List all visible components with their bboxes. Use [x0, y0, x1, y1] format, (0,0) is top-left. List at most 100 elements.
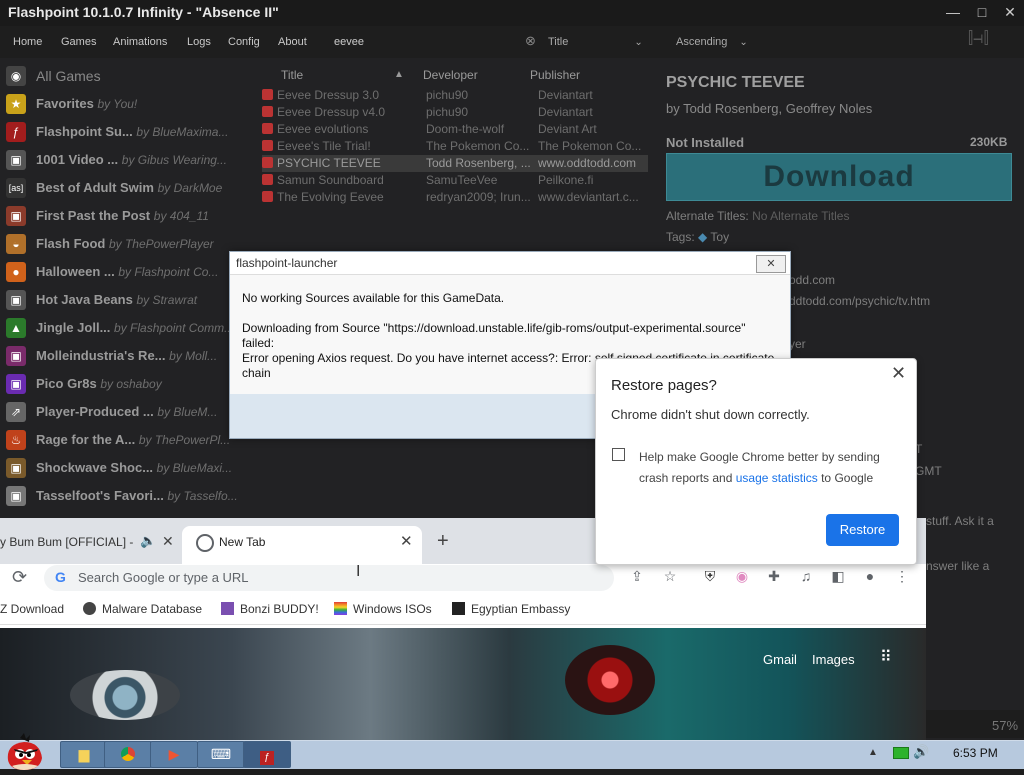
sidebar-item[interactable]: ▣ Pico Gr8s by oshaboy	[6, 372, 256, 400]
sidebar-item[interactable]: ▣ First Past the Post by 404_11	[6, 204, 256, 232]
sidebar-item-author: by BlueMaxi...	[156, 461, 233, 475]
download-button[interactable]: Download	[666, 153, 1012, 201]
menu-games[interactable]: Games	[61, 36, 96, 48]
search-input[interactable]: eevee	[334, 36, 364, 48]
burger-icon: ◒	[6, 234, 26, 254]
sort-order-select[interactable]: Ascending ⌄	[676, 36, 748, 48]
clock[interactable]: 6:53 PM	[953, 746, 998, 760]
game-row[interactable]: The Evolving Eevee redryan2009; Irun... ww…	[262, 189, 648, 206]
game-row[interactable]: Eevee evolutions Doom-the-wolf Deviant Art	[262, 121, 648, 138]
new-tab-button[interactable]: +	[437, 530, 449, 553]
volume-icon[interactable]: 🔊	[913, 744, 929, 760]
sidebar-item[interactable]: ● Halloween ... by Flashpoint Co...	[6, 260, 256, 288]
sidebar-item[interactable]: ▲ Jingle Joll... by Flashpoint Comm...	[6, 316, 256, 344]
share-icon[interactable]: ⇪	[627, 568, 647, 586]
tab-close-icon[interactable]: ✕	[162, 533, 174, 550]
menu-animations[interactable]: Animations	[113, 36, 167, 48]
apps-grid-icon[interactable]: ⠿	[880, 650, 898, 669]
window-title: Flashpoint 10.1.0.7 Infinity - "Absence …	[8, 4, 279, 20]
detail-fragment: nswer like a	[926, 559, 990, 573]
usage-statistics-link[interactable]: usage statistics	[736, 471, 818, 485]
show-hidden-icons[interactable]: ▲	[868, 747, 878, 758]
close-button[interactable]: ✕	[997, 2, 1023, 22]
profile-icon[interactable]: ●	[860, 568, 880, 586]
extensions-icon[interactable]: ✚	[764, 568, 784, 586]
audio-playing-icon[interactable]: 🔈	[140, 533, 156, 549]
menu-logs[interactable]: Logs	[187, 36, 211, 48]
sidebar-item[interactable]: ▣ 1001 Video ... by Gibus Wearing...	[6, 148, 256, 176]
game-row[interactable]: Eevee Dressup v4.0 pichu90 Deviantart	[262, 104, 648, 121]
game-row[interactable]: Eevee's Tile Trial! The Pokemon Co... The …	[262, 138, 648, 155]
battery-icon[interactable]	[893, 747, 909, 759]
sidebar-item[interactable]: ▣ Hot Java Beans by Strawrat	[6, 288, 256, 316]
menu-config[interactable]: Config	[228, 36, 260, 48]
tab-new-tab[interactable]	[182, 526, 422, 564]
column-header-developer[interactable]: Developer	[423, 68, 478, 82]
menu-about[interactable]: About	[278, 36, 307, 48]
view-toggle-icon[interactable]: ⫿⊣⫿	[968, 30, 989, 48]
address-bar-placeholder[interactable]: Search Google or type a URL	[78, 570, 249, 585]
sidebar-item[interactable]: ★ Favorites by You!	[6, 92, 256, 120]
game-row[interactable]: PSYCHIC TEEVEE Todd Rosenberg, ... www.odd…	[262, 155, 648, 172]
minimize-button[interactable]: —	[940, 2, 966, 22]
sidebar-item[interactable]: [as] Best of Adult Swim by DarkMoe	[6, 176, 256, 204]
sidebar-item[interactable]: ▣ Tasselfoot's Favori... by Tasselfo...	[6, 484, 256, 512]
game-row[interactable]: Samun Soundboard SamuTeeVee Peilkone.fi	[262, 172, 648, 189]
game-row[interactable]: Eevee Dressup 3.0 pichu90 Deviantart	[262, 87, 648, 104]
extension-flag-icon[interactable]: ◉	[732, 568, 752, 586]
taskbar-keyboard[interactable]: ⌨	[197, 741, 245, 768]
popup-close-button[interactable]: ✕	[891, 363, 906, 384]
tab-close-icon[interactable]: ✕	[400, 532, 413, 550]
bookmark-star-icon[interactable]: ☆	[660, 568, 680, 586]
sidebar-item[interactable]: ◉ All Games	[6, 64, 256, 92]
gmail-link[interactable]: Gmail	[763, 652, 797, 667]
side-panel-icon[interactable]: ◧	[828, 568, 848, 586]
sidebar-item[interactable]: ƒ Flashpoint Su... by BlueMaxima...	[6, 120, 256, 148]
column-header-title[interactable]: Title	[281, 68, 303, 82]
media-control-icon[interactable]: ♫	[796, 568, 816, 586]
folder-icon: ▆	[78, 746, 90, 762]
tags-row: Tags: ◆ Toy	[666, 230, 729, 244]
taskbar-flashpoint[interactable]: ƒ	[243, 741, 291, 768]
game-title-text: Eevee evolutions	[277, 122, 369, 136]
taskbar-explorer[interactable]: ▆	[60, 741, 108, 768]
flashpoint-icon: ƒ	[260, 751, 274, 765]
taskbar-media[interactable]: ▶	[150, 741, 198, 768]
sort-field-select[interactable]: Title ⌄	[548, 36, 643, 48]
bookmark-item[interactable]: Egyptian Embassy	[452, 602, 570, 616]
dialog-close-button[interactable]: ✕	[756, 255, 786, 273]
ublock-icon[interactable]: ⛨	[700, 568, 720, 586]
images-link[interactable]: Images	[812, 652, 855, 667]
taskbar-chrome[interactable]	[104, 741, 152, 768]
sidebar-item[interactable]: ⇗ Player-Produced ... by BlueM...	[6, 400, 256, 428]
column-header-publisher[interactable]: Publisher	[530, 68, 580, 82]
sidebar-item[interactable]: ♨ Rage for the A... by ThePowerPl...	[6, 428, 256, 456]
sidebar-item-label: Best of Adult Swim	[36, 180, 154, 195]
start-button[interactable]	[2, 730, 48, 770]
tab-youtube[interactable]: y Bum Bum [OFFICIAL] -	[0, 535, 133, 549]
sidebar-item-label: Molleindustria's Re...	[36, 348, 166, 363]
sidebar-item[interactable]: ▣ Molleindustria's Re... by Moll...	[6, 344, 256, 372]
sidebar-item[interactable]: ▣ Shockwave Shoc... by BlueMaxi...	[6, 456, 256, 484]
sidebar-item-label: Tasselfoot's Favori...	[36, 488, 164, 503]
bookmark-item[interactable]: Windows ISOs	[334, 602, 432, 616]
flash-game-icon	[262, 174, 273, 185]
bookmark-item[interactable]: Bonzi BUDDY!	[221, 602, 319, 616]
tag-toy[interactable]: Toy	[710, 230, 729, 244]
bookmark-item[interactable]: Malware Database	[83, 602, 202, 616]
bookmark-favicon	[83, 602, 96, 615]
menu-home[interactable]: Home	[13, 36, 42, 48]
bookmark-item[interactable]: Z Download	[0, 602, 64, 616]
bookmark-favicon	[221, 602, 234, 615]
menu-icon[interactable]: ⋮	[892, 568, 912, 586]
sidebar-item-author: by ThePowerPlayer	[108, 237, 214, 251]
reload-button[interactable]: ⟳	[12, 567, 27, 588]
clear-search-icon[interactable]: ⊗	[525, 33, 536, 49]
detail-fragment: stuff. Ask it a	[926, 514, 994, 528]
restore-button[interactable]: Restore	[826, 514, 899, 546]
sidebar-item[interactable]: ◒ Flash Food by ThePowerPlayer	[6, 232, 256, 260]
crash-report-checkbox[interactable]	[612, 448, 625, 461]
playlist-icon: ▣	[6, 374, 26, 394]
maximize-button[interactable]: □	[969, 2, 995, 22]
alternate-titles: Alternate Titles: No Alternate Titles	[666, 209, 849, 223]
